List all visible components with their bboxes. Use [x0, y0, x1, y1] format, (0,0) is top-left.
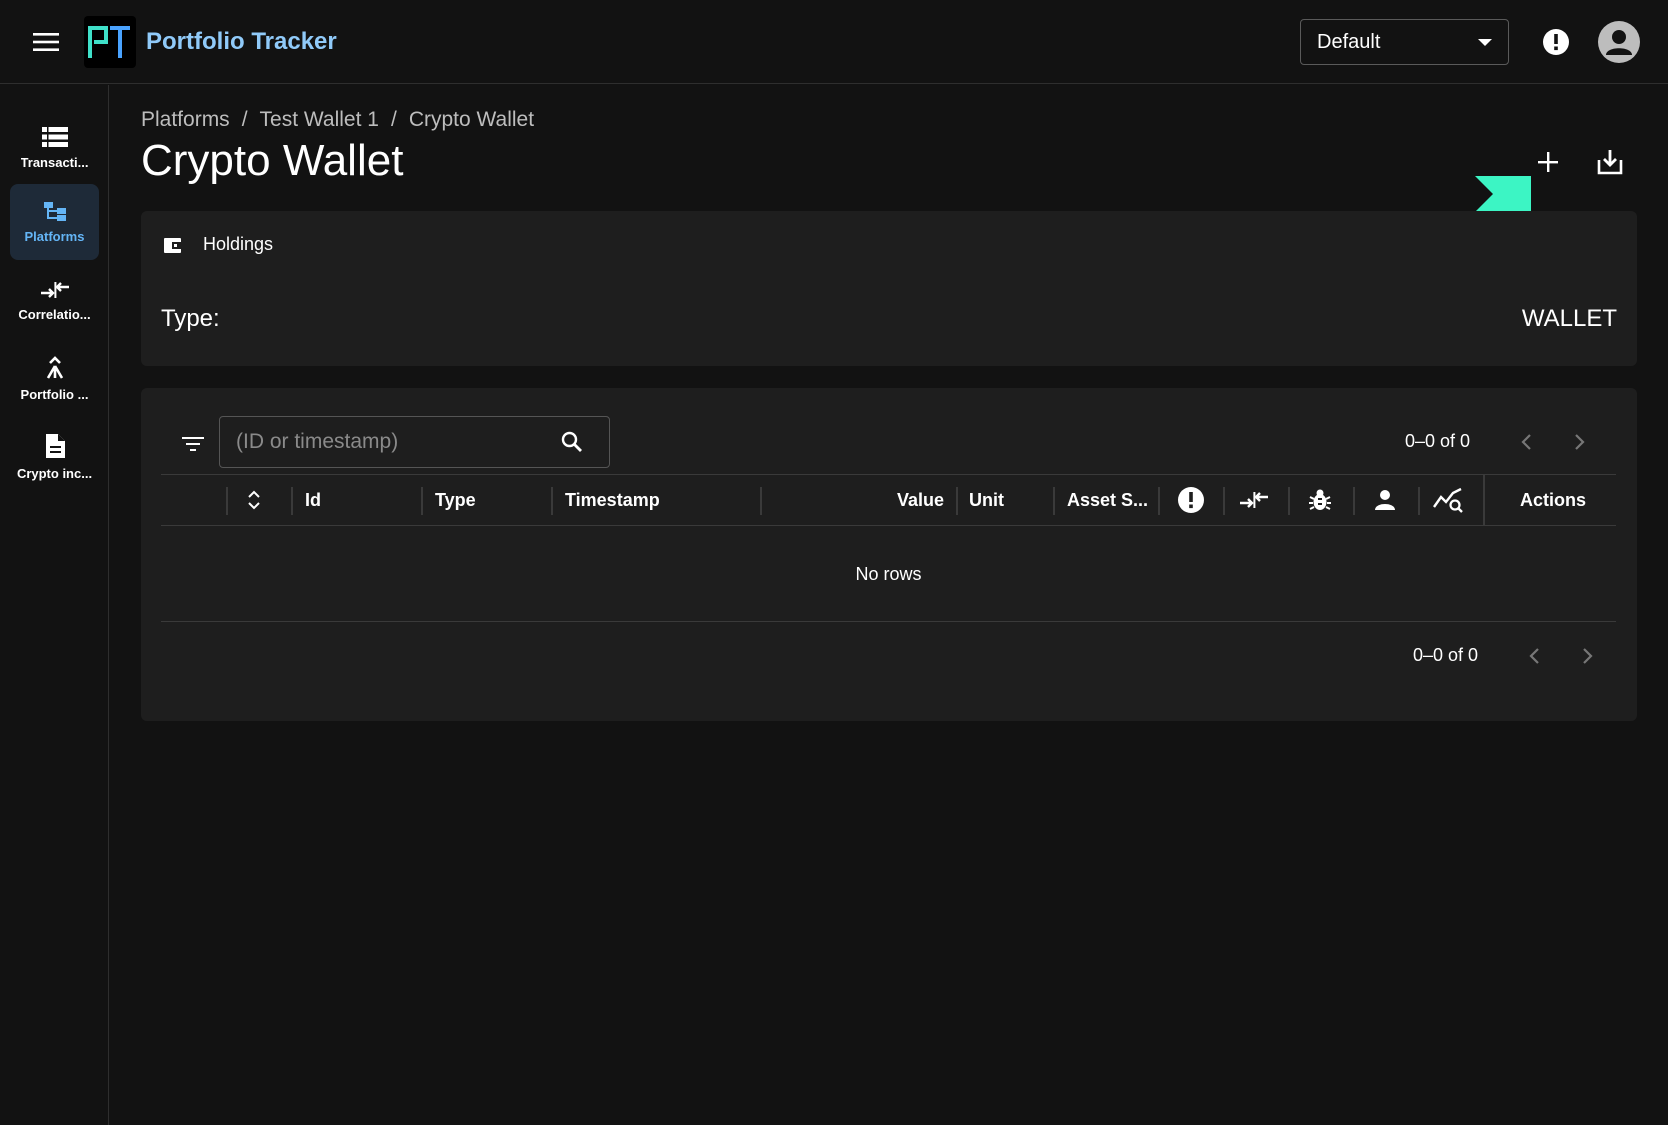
sidebar-item-label: Transacti...	[20, 155, 89, 170]
pagination-label-bottom: 0–0 of 0	[1413, 645, 1479, 665]
column-separator	[291, 487, 293, 515]
profile-select[interactable]: Default	[1300, 19, 1509, 65]
person-icon	[1375, 490, 1395, 510]
transactions-grid-card: 0–0 of 0 Id Type Timestamp Value Unit As…	[141, 388, 1637, 721]
unfold-icon	[248, 490, 260, 510]
top-app-bar: Portfolio Tracker Default	[0, 0, 1668, 84]
column-header-actions: Actions	[1520, 489, 1587, 510]
page-title: Crypto Wallet	[141, 136, 404, 185]
download-icon	[1597, 150, 1623, 175]
alert-icon	[1178, 487, 1204, 513]
app-logo[interactable]	[84, 16, 136, 68]
column-separator	[1288, 487, 1290, 515]
wallet-icon	[164, 238, 182, 253]
platform-tree-icon	[43, 202, 66, 221]
correlation-icon	[1240, 492, 1268, 508]
sidebar-item-label: Crypto inc...	[16, 466, 93, 481]
column-header-asset-symbol[interactable]: Asset S...	[1067, 475, 1148, 525]
sidebar-item-transactions[interactable]: Transacti...	[10, 110, 99, 186]
pagination-label-top: 0–0 of 0	[1405, 431, 1471, 451]
sidebar-item-correlations[interactable]: Correlatio...	[10, 263, 99, 339]
column-separator	[1223, 487, 1225, 515]
column-separator	[1353, 487, 1355, 515]
column-header-person[interactable]	[1373, 475, 1397, 525]
profile-select-value: Default	[1317, 30, 1381, 53]
holdings-card: Holdings Type: WALLET	[141, 211, 1637, 366]
breadcrumb-platforms[interactable]: Platforms	[141, 108, 230, 132]
type-value: WALLET	[1521, 305, 1617, 332]
chevron-down-icon	[1478, 38, 1492, 46]
column-separator	[551, 487, 553, 515]
column-header-value[interactable]: Value	[897, 475, 944, 525]
next-page-button-bottom[interactable]	[1573, 642, 1601, 670]
column-separator	[1418, 487, 1420, 515]
filter-icon	[182, 437, 204, 451]
column-header-alert[interactable]	[1177, 475, 1205, 525]
breadcrumb-separator: /	[390, 108, 397, 131]
sidebar-item-crypto-income[interactable]: Crypto inc...	[10, 419, 99, 495]
search-input[interactable]	[236, 417, 556, 467]
column-header-unit[interactable]: Unit	[969, 475, 1004, 525]
person-icon	[1606, 30, 1632, 55]
breadcrumb-separator: /	[241, 108, 248, 131]
type-label: Type:	[161, 305, 220, 332]
column-header-timestamp[interactable]: Timestamp	[565, 475, 660, 525]
chevron-right-icon	[1583, 648, 1593, 664]
column-header-bug[interactable]	[1307, 475, 1333, 525]
add-button[interactable]	[1530, 144, 1566, 180]
document-icon	[45, 434, 65, 458]
list-icon	[41, 127, 68, 147]
prev-page-button-bottom[interactable]	[1521, 642, 1549, 670]
sidebar-item-label: Correlatio...	[18, 307, 91, 322]
column-separator	[1053, 487, 1055, 515]
sidebar: Transacti... Platforms Correlatio... Por…	[0, 85, 109, 1125]
breadcrumb-test-wallet[interactable]: Test Wallet 1	[260, 108, 379, 132]
plus-icon	[1538, 152, 1558, 172]
grid-header: Id Type Timestamp Value Unit Asset S...	[161, 474, 1616, 526]
bug-icon	[1309, 489, 1331, 510]
sidebar-item-portfolio[interactable]: Portfolio ...	[10, 341, 99, 417]
column-header-type[interactable]: Type	[435, 475, 476, 525]
filter-button[interactable]	[179, 430, 207, 458]
empty-rows-message: No rows	[161, 528, 1616, 622]
column-separator	[1483, 475, 1485, 525]
next-page-button-top[interactable]	[1565, 428, 1593, 456]
alert-icon[interactable]	[1540, 26, 1572, 58]
merge-icon	[46, 356, 63, 379]
search-field	[219, 416, 610, 468]
chevron-right-icon	[1575, 434, 1585, 450]
sidebar-item-label: Platforms	[24, 229, 85, 244]
column-separator	[1158, 487, 1160, 515]
sort-toggle[interactable]	[247, 475, 261, 525]
sidebar-item-platforms[interactable]: Platforms	[10, 184, 99, 260]
breadcrumb: Platforms / Test Wallet 1 / Crypto Walle…	[141, 108, 534, 132]
search-icon[interactable]	[560, 430, 584, 454]
app-title[interactable]: Portfolio Tracker	[146, 28, 337, 56]
column-separator	[956, 487, 958, 515]
column-header-correlation[interactable]	[1239, 475, 1269, 525]
sidebar-item-label: Portfolio ...	[20, 387, 89, 402]
menu-icon[interactable]	[28, 24, 64, 60]
column-header-id[interactable]: Id	[305, 475, 321, 525]
chevron-left-icon	[1529, 648, 1539, 664]
correlation-icon	[40, 282, 69, 298]
download-button[interactable]	[1592, 144, 1628, 180]
query-stats-icon	[1433, 487, 1463, 513]
chevron-left-icon	[1521, 434, 1531, 450]
column-header-analytics[interactable]	[1433, 475, 1463, 525]
breadcrumb-current: Crypto Wallet	[408, 108, 535, 131]
column-separator	[226, 487, 228, 515]
avatar[interactable]	[1598, 21, 1640, 63]
column-separator	[421, 487, 423, 515]
column-separator	[760, 487, 762, 515]
holdings-title: Holdings	[203, 234, 274, 254]
prev-page-button-top[interactable]	[1513, 428, 1541, 456]
